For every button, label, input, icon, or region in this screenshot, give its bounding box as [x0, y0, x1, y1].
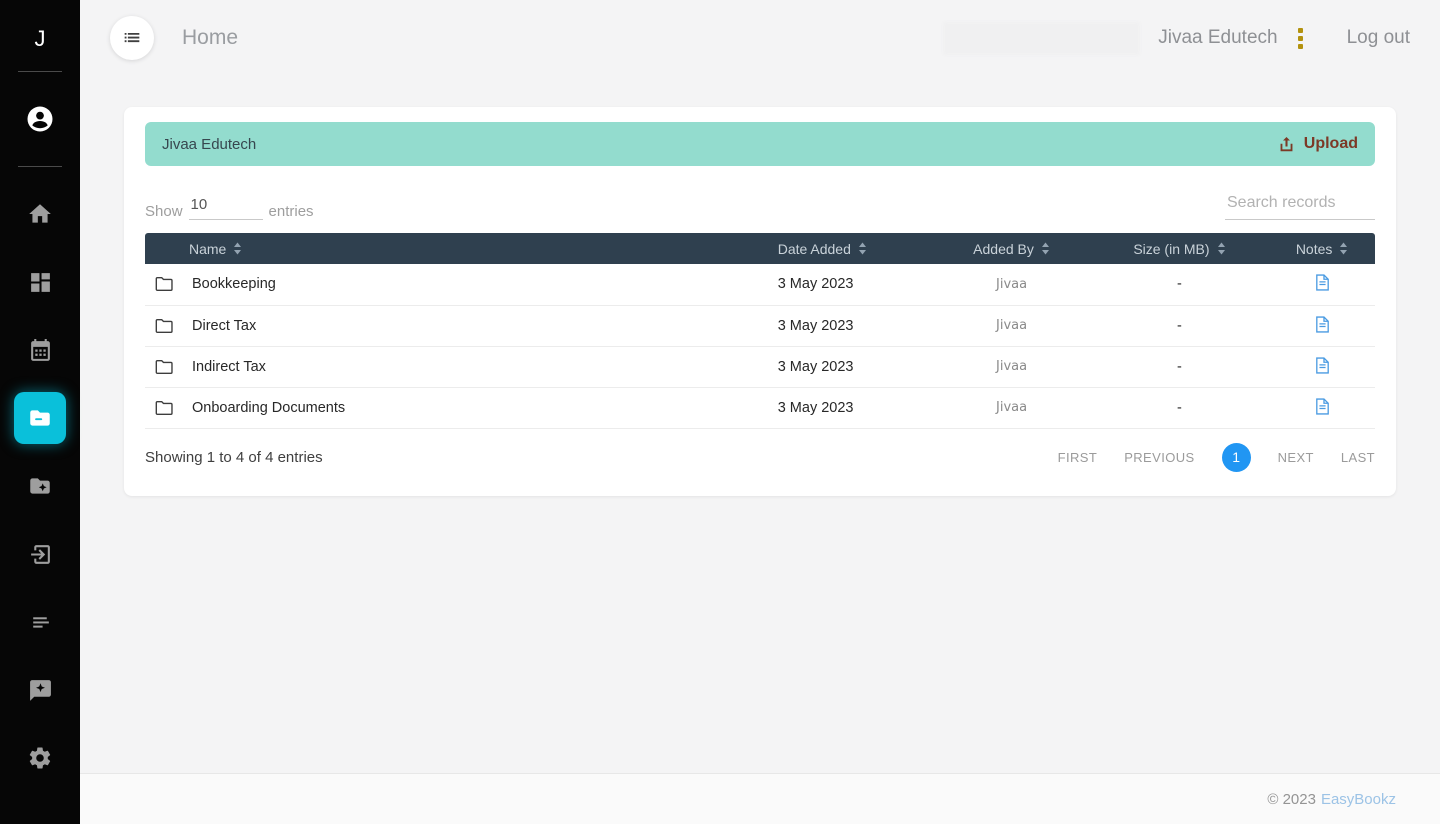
divider	[18, 166, 62, 167]
gear-icon[interactable]	[14, 732, 66, 784]
list-icon	[124, 32, 140, 43]
page-footer: © 2023 EasyBookz	[80, 773, 1440, 824]
upload-icon	[1280, 136, 1293, 151]
show-label: Show	[145, 203, 183, 220]
folder-icon	[155, 318, 173, 333]
document-icon	[1315, 274, 1329, 291]
added-by: Jivaa	[933, 305, 1090, 347]
documents-folder-icon[interactable]	[14, 392, 66, 444]
added-by: Jivaa	[933, 264, 1090, 306]
sort-icon	[1041, 242, 1049, 255]
column-header-notes[interactable]: Notes	[1269, 233, 1375, 264]
folder-link[interactable]: Onboarding Documents	[153, 397, 764, 419]
date-added: 3 May 2023	[763, 346, 934, 388]
column-header-name[interactable]: Name	[145, 233, 764, 264]
date-added: 3 May 2023	[763, 305, 934, 347]
account-name[interactable]: Jivaa Edutech	[1158, 27, 1277, 49]
notes-button[interactable]	[1310, 270, 1335, 298]
page-title: Home	[182, 26, 239, 49]
redacted-region	[943, 21, 1141, 55]
sort-icon	[234, 242, 242, 255]
pagination-next[interactable]: NEXT	[1278, 450, 1314, 465]
folder-icon	[155, 277, 173, 292]
table-row: Direct Tax 3 May 2023 Jivaa -	[145, 305, 1375, 347]
folder-link[interactable]: Bookkeeping	[153, 273, 764, 295]
documents-panel: Jivaa Edutech Upload Show entries	[124, 107, 1396, 496]
folder-name: Indirect Tax	[192, 358, 266, 375]
main-content: Home Jivaa Edutech Log out Jivaa Edutech…	[80, 0, 1440, 824]
notes-button[interactable]	[1310, 353, 1335, 381]
sort-icon	[858, 242, 866, 255]
login-icon[interactable]	[14, 528, 66, 580]
pagination-first[interactable]: FIRST	[1058, 450, 1098, 465]
top-header: Home Jivaa Edutech Log out	[80, 0, 1440, 76]
size-value: -	[1089, 264, 1270, 306]
table-header-row: Name Date Added Added By Size (in MB) No…	[145, 233, 1375, 264]
folder-name: Onboarding Documents	[192, 399, 346, 416]
dashboard-icon[interactable]	[14, 256, 66, 308]
more-options-icon[interactable]	[1294, 24, 1307, 53]
copyright-text: © 2023	[1267, 790, 1316, 808]
sidebar: J	[0, 0, 80, 824]
menu-toggle-button[interactable]	[110, 16, 154, 60]
entries-summary: Showing 1 to 4 of 4 entries	[145, 448, 323, 466]
column-header-size[interactable]: Size (in MB)	[1089, 233, 1270, 264]
sort-icon	[1340, 242, 1348, 255]
folder-link[interactable]: Direct Tax	[153, 315, 764, 337]
notes-button[interactable]	[1310, 394, 1335, 422]
brand-logo: J	[34, 26, 46, 51]
brand-link[interactable]: EasyBookz	[1321, 791, 1396, 808]
size-value: -	[1089, 346, 1270, 388]
column-header-date-added[interactable]: Date Added	[763, 233, 934, 264]
table-row: Indirect Tax 3 May 2023 Jivaa -	[145, 346, 1375, 388]
table-footer: Showing 1 to 4 of 4 entries FIRST PREVIO…	[145, 442, 1375, 472]
folder-icon	[155, 359, 173, 374]
size-value: -	[1089, 387, 1270, 429]
pagination: FIRST PREVIOUS 1 NEXT LAST	[1058, 442, 1375, 472]
documents-table: Name Date Added Added By Size (in MB) No…	[145, 233, 1375, 429]
home-icon[interactable]	[14, 188, 66, 240]
notes-button[interactable]	[1310, 312, 1335, 340]
date-added: 3 May 2023	[763, 387, 934, 429]
table-controls: Show entries	[145, 192, 1375, 220]
pagination-current-page[interactable]: 1	[1221, 442, 1251, 472]
account-circle-icon[interactable]	[14, 93, 66, 145]
document-icon	[1315, 315, 1329, 333]
folder-name: Direct Tax	[192, 317, 257, 334]
folder-link[interactable]: Indirect Tax	[153, 356, 764, 378]
added-by: Jivaa	[933, 387, 1090, 429]
column-header-added-by[interactable]: Added By	[933, 233, 1090, 264]
folder-star-icon[interactable]	[14, 460, 66, 512]
folder-name: Bookkeeping	[192, 276, 276, 293]
document-icon	[1315, 356, 1329, 374]
table-row: Bookkeeping 3 May 2023 Jivaa -	[145, 264, 1375, 306]
entries-label: entries	[268, 203, 314, 220]
table-row: Onboarding Documents 3 May 2023 Jivaa -	[145, 387, 1375, 429]
folder-icon	[155, 400, 173, 415]
message-star-icon[interactable]	[14, 664, 66, 716]
calendar-icon[interactable]	[14, 324, 66, 376]
page-size-input[interactable]	[188, 194, 263, 220]
lines-icon[interactable]	[14, 596, 66, 648]
logout-link[interactable]: Log out	[1347, 27, 1410, 49]
sort-icon	[1217, 242, 1225, 255]
search-input[interactable]	[1225, 192, 1375, 220]
size-value: -	[1089, 305, 1270, 347]
panel-header: Jivaa Edutech Upload	[145, 122, 1375, 166]
divider	[18, 71, 62, 72]
date-added: 3 May 2023	[763, 264, 934, 306]
document-icon	[1315, 397, 1329, 415]
panel-title: Jivaa Edutech	[162, 135, 257, 153]
pagination-last[interactable]: LAST	[1341, 450, 1375, 465]
pagination-previous[interactable]: PREVIOUS	[1124, 450, 1194, 465]
upload-button[interactable]: Upload	[1277, 135, 1358, 154]
added-by: Jivaa	[933, 346, 1090, 388]
